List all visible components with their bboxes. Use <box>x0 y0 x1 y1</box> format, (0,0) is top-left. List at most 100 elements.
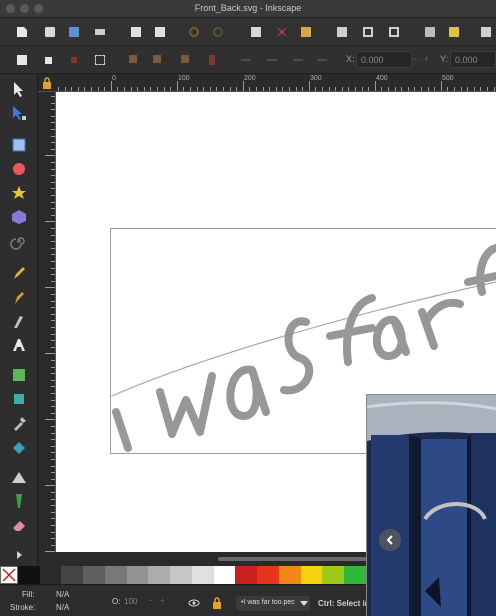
zoom-selection-icon[interactable] <box>334 24 350 40</box>
ruler-label: 0 <box>112 75 116 82</box>
print-icon[interactable] <box>92 24 108 40</box>
group-icon[interactable] <box>478 24 494 40</box>
paste-icon[interactable] <box>298 24 314 40</box>
open-document-icon[interactable] <box>42 24 58 40</box>
ruler-tick <box>51 274 55 276</box>
rectangle-tool-icon[interactable] <box>10 136 28 154</box>
raise-to-top-icon[interactable] <box>204 52 220 68</box>
3d-box-tool-icon[interactable] <box>10 208 28 226</box>
undo-icon[interactable] <box>186 24 202 40</box>
ruler-tick <box>51 188 55 190</box>
gradient-tool-icon[interactable] <box>10 468 28 486</box>
tool-controls-bar: X: 0.000 − + Y: 0.000 <box>0 46 496 74</box>
star-tool-icon[interactable] <box>10 184 28 202</box>
spray-tool-icon[interactable] <box>10 366 28 384</box>
color-swatch[interactable] <box>278 566 301 584</box>
mesh-tool-icon[interactable] <box>10 492 28 510</box>
save-document-icon[interactable] <box>66 24 82 40</box>
color-swatch[interactable] <box>61 566 84 584</box>
color-swatch[interactable] <box>213 566 236 584</box>
pen-tool-icon[interactable] <box>10 288 28 306</box>
text-tool-icon[interactable] <box>10 336 28 354</box>
color-swatch[interactable] <box>18 566 40 584</box>
ruler-tick <box>203 87 205 91</box>
ruler-tick <box>170 87 172 91</box>
x-increment-icon[interactable]: + <box>424 54 429 64</box>
calligraphy-tool-icon[interactable] <box>10 312 28 330</box>
ruler-tick <box>302 87 304 91</box>
redo-icon[interactable] <box>210 24 226 40</box>
raise-icon[interactable] <box>238 52 254 68</box>
y-coordinate-field[interactable]: 0.000 <box>450 51 496 68</box>
paint-bucket-tool-icon[interactable] <box>10 438 28 456</box>
eye-icon[interactable] <box>188 598 200 608</box>
lower-icon[interactable] <box>264 52 280 68</box>
color-swatch[interactable] <box>300 566 323 584</box>
x-decrement-icon[interactable]: − <box>412 54 417 64</box>
expand-toolbox-icon[interactable] <box>10 546 28 564</box>
ruler-tick <box>473 87 475 91</box>
tweak-tool-icon[interactable] <box>10 390 28 408</box>
opacity-increment-icon[interactable]: + <box>160 596 165 605</box>
duplicate-icon[interactable] <box>422 24 438 40</box>
color-swatch[interactable] <box>322 566 345 584</box>
ruler-tick <box>51 340 55 342</box>
selector-tool-icon[interactable] <box>10 80 28 98</box>
eraser-tool-icon[interactable] <box>10 516 28 534</box>
import-icon[interactable] <box>128 24 144 40</box>
color-swatch[interactable] <box>344 566 366 584</box>
flip-vertical-icon[interactable] <box>178 52 194 68</box>
rotate-90-cw-icon[interactable] <box>126 52 142 68</box>
color-swatch[interactable] <box>39 566 62 584</box>
pencil-tool-icon[interactable] <box>10 264 28 282</box>
current-layer-dropdown[interactable]: •I was far too.pec <box>236 596 310 611</box>
ruler-tick <box>361 87 363 91</box>
color-swatch[interactable] <box>148 566 171 584</box>
ruler-tick <box>176 81 178 91</box>
node-tool-icon[interactable] <box>10 104 28 122</box>
photo-image <box>367 395 496 616</box>
dropper-tool-icon[interactable] <box>10 414 28 432</box>
overlay-photo[interactable] <box>366 394 496 616</box>
copy-icon[interactable] <box>248 24 264 40</box>
fill-value[interactable]: N/A <box>56 590 69 599</box>
ruler-tick <box>196 87 198 91</box>
photo-previous-button[interactable] <box>379 529 401 551</box>
ruler-tick <box>51 333 55 335</box>
flip-horizontal-icon[interactable] <box>150 52 166 68</box>
color-swatch[interactable] <box>126 566 149 584</box>
color-swatch[interactable] <box>83 566 105 584</box>
ruler-tick <box>51 294 55 295</box>
ellipse-tool-icon[interactable] <box>10 160 28 178</box>
ruler-label: 300 <box>310 75 322 82</box>
lower-to-bottom-icon[interactable] <box>290 52 306 68</box>
select-all-icon[interactable] <box>14 52 30 68</box>
cut-icon[interactable] <box>274 24 290 40</box>
spiral-tool-icon[interactable] <box>10 232 28 250</box>
rotate-90-ccw-icon[interactable] <box>92 52 108 68</box>
align-icon[interactable] <box>314 52 330 68</box>
clone-icon[interactable] <box>446 24 462 40</box>
lock-icon[interactable] <box>42 77 52 89</box>
ruler-tick <box>368 87 370 91</box>
color-swatch[interactable] <box>104 566 127 584</box>
color-swatch[interactable] <box>170 566 192 584</box>
ruler-tick <box>51 525 55 526</box>
layer-lock-icon[interactable] <box>212 597 222 609</box>
color-swatch[interactable] <box>235 566 258 584</box>
color-swatch[interactable] <box>191 566 214 584</box>
deselect-icon[interactable] <box>66 52 82 68</box>
select-all-layers-icon[interactable] <box>40 52 56 68</box>
color-swatch[interactable] <box>257 566 279 584</box>
export-icon[interactable] <box>152 24 168 40</box>
opacity-field[interactable]: 100 <box>124 597 137 606</box>
stroke-value[interactable]: N/A <box>56 603 69 612</box>
no-paint-swatch[interactable] <box>0 566 18 584</box>
opacity-decrement-icon[interactable]: − <box>148 596 153 605</box>
new-document-icon[interactable] <box>14 24 30 40</box>
zoom-drawing-icon[interactable] <box>360 24 376 40</box>
ruler-tick <box>480 87 482 91</box>
ruler-tick <box>381 87 383 91</box>
x-coordinate-field[interactable]: 0.000 <box>356 51 412 68</box>
zoom-page-icon[interactable] <box>386 24 402 40</box>
